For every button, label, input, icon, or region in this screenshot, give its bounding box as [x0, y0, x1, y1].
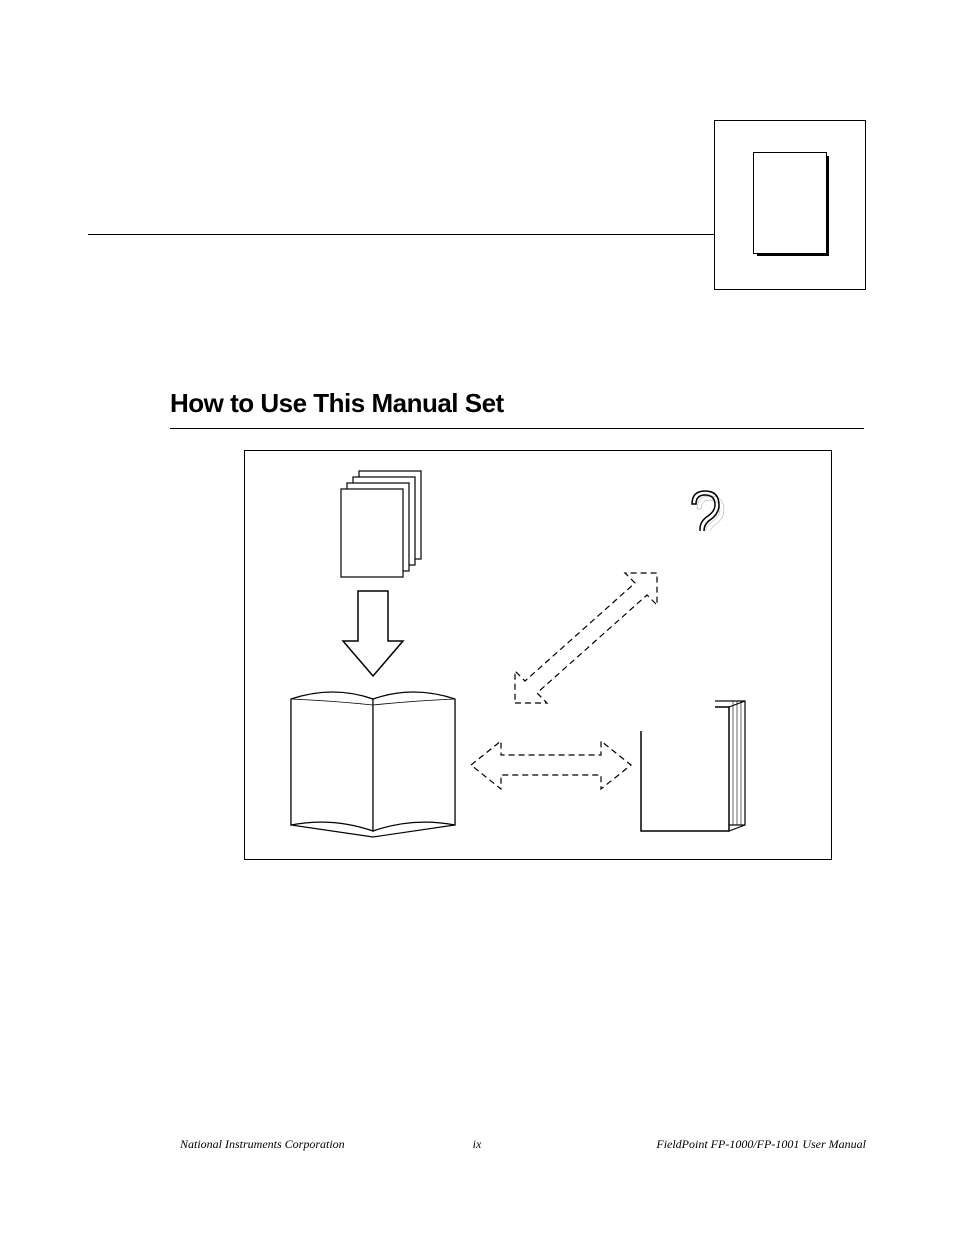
footer-right-text: FieldPoint FP-1000/FP-1001 User Manual: [656, 1137, 866, 1152]
document-icon: [753, 152, 827, 254]
open-book-icon: [291, 692, 455, 837]
stacked-documents-icon: [341, 471, 421, 577]
top-divider: [88, 234, 714, 235]
section-divider: [170, 428, 864, 429]
section-heading: How to Use This Manual Set: [170, 388, 504, 419]
corner-icon-box: [714, 120, 866, 290]
dashed-double-arrow-horiz-icon: [471, 741, 631, 789]
flow-diagram: [244, 450, 832, 860]
arrow-down-icon: [343, 591, 403, 676]
manual-page: How to Use This Manual Set: [0, 0, 954, 1235]
diagram-svg: [245, 451, 831, 859]
